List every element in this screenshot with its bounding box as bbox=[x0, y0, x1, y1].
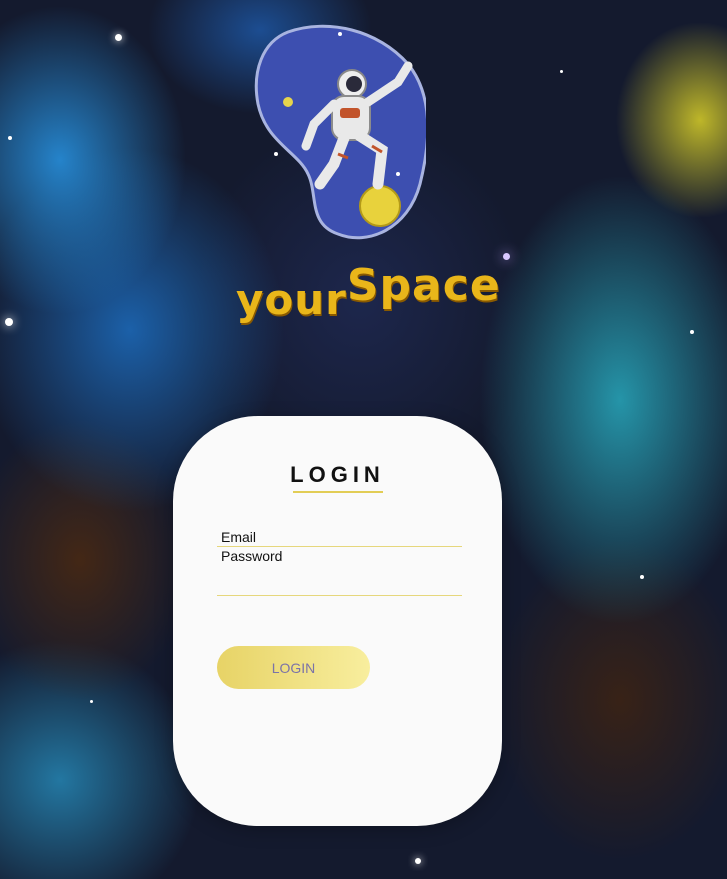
background-star bbox=[90, 700, 93, 703]
login-card: LOGIN Password LOGIN bbox=[173, 416, 502, 826]
email-field[interactable] bbox=[217, 528, 462, 547]
astronaut-logo-icon bbox=[254, 24, 426, 240]
background-star bbox=[5, 318, 13, 326]
background-star bbox=[8, 136, 12, 140]
background-star bbox=[115, 34, 122, 41]
password-field[interactable] bbox=[217, 577, 462, 596]
login-title: LOGIN bbox=[290, 462, 385, 487]
brand-word-space: Space bbox=[346, 260, 501, 311]
login-button[interactable]: LOGIN bbox=[217, 646, 370, 689]
brand-wordmark: yourSpace bbox=[236, 256, 500, 326]
background-star bbox=[415, 858, 421, 864]
background-star bbox=[690, 330, 694, 334]
background-star bbox=[640, 575, 644, 579]
background-star bbox=[503, 253, 510, 260]
background-star bbox=[560, 70, 563, 73]
title-underline bbox=[293, 491, 383, 493]
password-label: Password bbox=[221, 548, 283, 564]
brand-word-your: your bbox=[236, 275, 347, 324]
